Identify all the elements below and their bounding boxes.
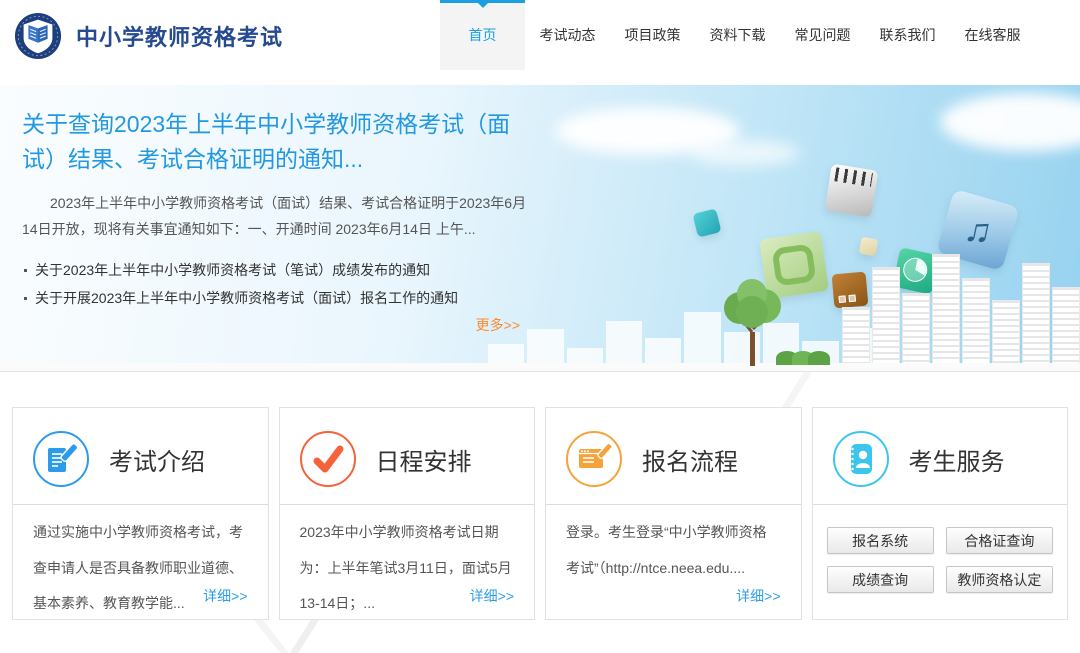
site-header: 中小学教师资格考试 首页 考试动态 项目政策 资料下载 常见问题 联系我们 在线… xyxy=(0,0,1080,85)
nav-tab-label: 考试动态 xyxy=(540,25,596,45)
checkmark-icon xyxy=(300,431,356,487)
card-head: 考试介绍 xyxy=(13,408,268,504)
form-pen-icon xyxy=(566,431,622,487)
card-title: 考试介绍 xyxy=(109,442,205,477)
service-button-grid: 报名系统 合格证查询 成绩查询 教师资格认定 xyxy=(813,505,1068,593)
registration-system-button[interactable]: 报名系统 xyxy=(827,527,934,554)
nav-tab-faq[interactable]: 常见问题 xyxy=(780,0,865,70)
nav-tab-label: 项目政策 xyxy=(625,25,681,45)
card-schedule: 日程安排 2023年中小学教师资格考试日期为：上半年笔试3月11日，面试5月13… xyxy=(279,407,536,620)
news-list: 关于2023年上半年中小学教师资格考试（笔试）成绩发布的通知 关于开展2023年… xyxy=(22,256,530,313)
banner-content: 关于查询2023年上半年中小学教师资格考试（面试）结果、考试合格证明的通知...… xyxy=(22,85,530,335)
certificate-query-button[interactable]: 合格证查询 xyxy=(946,527,1053,554)
logo-link[interactable]: 中小学教师资格考试 xyxy=(14,12,283,60)
news-list-item[interactable]: 关于2023年上半年中小学教师资格考试（笔试）成绩发布的通知 xyxy=(22,256,530,285)
ground-strip xyxy=(0,363,1080,371)
more-link[interactable]: 更多>> xyxy=(22,315,530,335)
detail-link[interactable]: 详细>> xyxy=(203,586,247,606)
nav-tab-policies[interactable]: 项目政策 xyxy=(610,0,695,70)
card-title: 日程安排 xyxy=(376,442,472,477)
main-nav: 首页 考试动态 项目政策 资料下载 常见问题 联系我们 在线客服 xyxy=(440,0,1035,70)
nav-tab-downloads[interactable]: 资料下载 xyxy=(695,0,780,70)
nav-tab-home[interactable]: 首页 xyxy=(440,0,525,70)
score-query-button[interactable]: 成绩查询 xyxy=(827,566,934,593)
nav-tab-label: 首页 xyxy=(469,25,497,45)
bush-icon xyxy=(782,351,830,365)
nav-tab-label: 联系我们 xyxy=(880,25,936,45)
card-registration-process: 报名流程 登录。考生登录“中小学教师资格考试”（http://ntce.neea… xyxy=(545,407,802,620)
card-body-text: 登录。考生登录“中小学教师资格考试”（http://ntce.neea.edu.… xyxy=(546,505,801,586)
document-pen-icon xyxy=(33,431,89,487)
cloud-icon xyxy=(690,140,800,166)
nav-tab-exam-news[interactable]: 考试动态 xyxy=(525,0,610,70)
active-tab-arrow-icon xyxy=(478,3,488,8)
banner-headline-link[interactable]: 关于查询2023年上半年中小学教师资格考试（面试）结果、考试合格证明的通知... xyxy=(22,107,530,176)
city-skyline-buildings xyxy=(842,254,1080,364)
cloud-icon xyxy=(940,93,1080,151)
nav-tab-contact[interactable]: 联系我们 xyxy=(865,0,950,70)
teacher-certification-button[interactable]: 教师资格认定 xyxy=(946,566,1053,593)
nav-tab-online-service[interactable]: 在线客服 xyxy=(950,0,1035,70)
card-head: 报名流程 xyxy=(546,408,801,504)
teal-cube-icon xyxy=(692,208,721,237)
info-cards-row: 考试介绍 通过实施中小学教师资格考试，考查申请人是否具备教师职业道德、基本素养、… xyxy=(0,407,1080,620)
banner-summary: 2023年上半年中小学教师资格考试（面试）结果、考试合格证明于2023年6月14… xyxy=(22,191,530,243)
detail-link[interactable]: 详细>> xyxy=(470,586,514,606)
nav-tab-label: 在线客服 xyxy=(965,25,1021,45)
site-title: 中小学教师资格考试 xyxy=(76,20,283,52)
card-head: 考生服务 xyxy=(813,408,1068,504)
piano-cube-icon xyxy=(825,164,879,218)
contact-book-icon xyxy=(833,431,889,487)
card-title: 报名流程 xyxy=(642,442,738,477)
book-shield-seal-logo-icon xyxy=(14,12,62,60)
news-list-item[interactable]: 关于开展2023年上半年中小学教师资格考试（面试）报名工作的通知 xyxy=(22,284,530,313)
nav-tab-label: 常见问题 xyxy=(795,25,851,45)
card-title: 考生服务 xyxy=(909,442,1005,477)
detail-link[interactable]: 详细>> xyxy=(736,586,780,606)
card-head: 日程安排 xyxy=(280,408,535,504)
card-exam-introduction: 考试介绍 通过实施中小学教师资格考试，考查申请人是否具备教师职业道德、基本素养、… xyxy=(12,407,269,620)
nav-tab-label: 资料下载 xyxy=(710,25,766,45)
card-candidate-services: 考生服务 报名系统 合格证查询 成绩查询 教师资格认定 xyxy=(812,407,1069,620)
hero-banner: ♫ 关于查询2023年上半年中小学教师资格考试（面试）结果、考试合格证明的通知.… xyxy=(0,85,1080,372)
